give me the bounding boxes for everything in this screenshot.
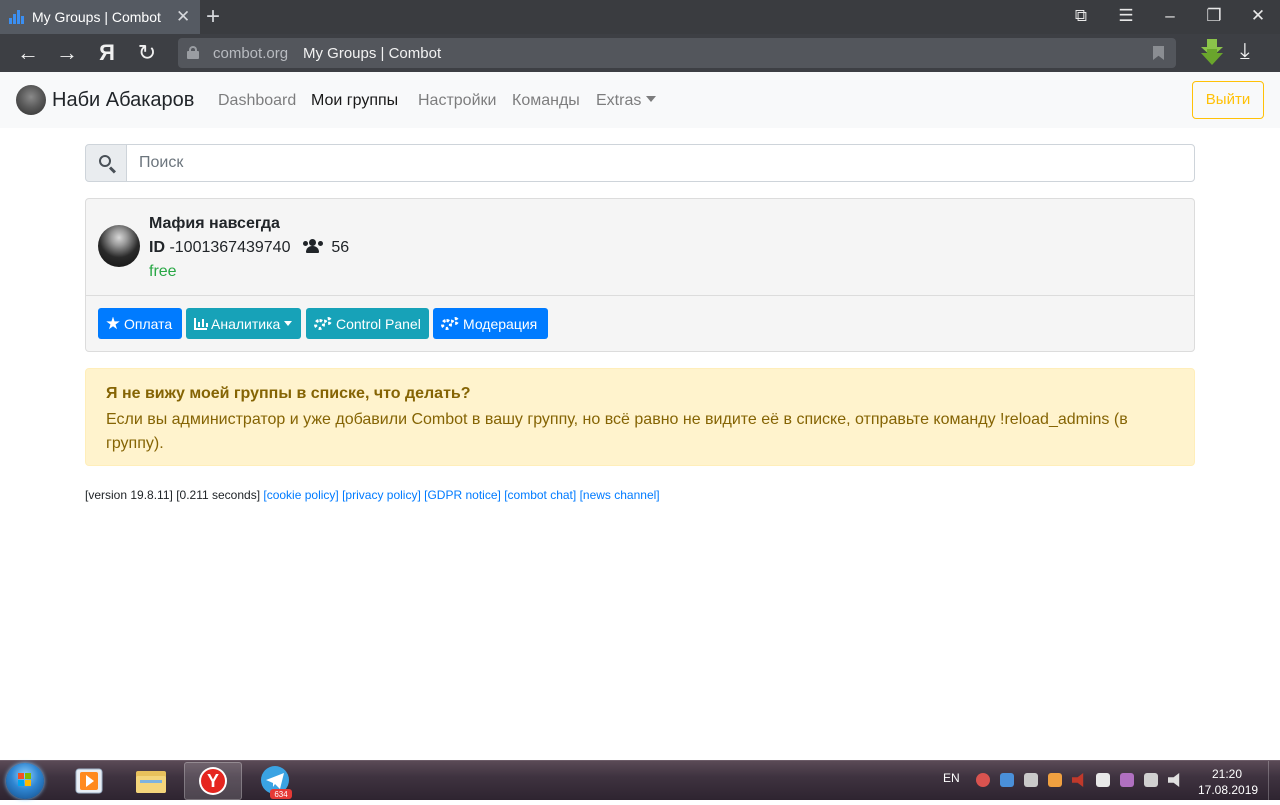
app-tray-icon[interactable] <box>1048 773 1062 787</box>
group-id-label: ID <box>149 239 165 256</box>
footer-timing: [0.211 seconds] <box>176 488 261 502</box>
star-icon <box>106 316 120 330</box>
help-alert: Я не вижу моей группы в списке, что дела… <box>85 368 1195 466</box>
url-page-title: My Groups | Combot <box>303 45 442 62</box>
alert-text: Если вы администратор и уже добавили Com… <box>106 411 1128 452</box>
forward-button[interactable]: → <box>54 40 80 66</box>
gears-icon <box>441 316 459 331</box>
url-domain: combot.org <box>213 45 289 62</box>
windows-taskbar: Y 634 EN 21:20 17.08.2019 <box>0 760 1280 801</box>
group-avatar <box>98 225 140 267</box>
tabs-icon[interactable]: ⧉ <box>1069 6 1093 26</box>
user-avatar[interactable] <box>16 85 46 115</box>
media-player-taskbar-button[interactable] <box>60 762 118 800</box>
analytics-label: Аналитика <box>211 315 281 332</box>
back-button[interactable]: ← <box>15 40 41 66</box>
clock-date: 17.08.2019 <box>1198 783 1259 797</box>
start-button[interactable] <box>6 763 44 799</box>
system-clock[interactable]: 21:20 17.08.2019 <box>1198 766 1259 798</box>
search-group <box>85 144 1195 182</box>
footer: [version 19.8.11] [0.211 seconds] [cooki… <box>85 488 660 502</box>
telegram-badge: 634 <box>274 790 288 799</box>
close-window-button[interactable]: ✕ <box>1246 6 1270 26</box>
combot-chat-link[interactable]: [combot chat] <box>504 488 576 502</box>
alert-heading: Я не вижу моей группы в списке, что дела… <box>106 385 471 402</box>
user-name[interactable]: Наби Абакаров <box>52 89 194 112</box>
group-id-line: ID -1001367439740 56 <box>149 239 349 257</box>
antivirus-tray-icon[interactable] <box>976 773 990 787</box>
search-input[interactable] <box>126 144 1195 182</box>
group-card: Мафия навсегда ID -1001367439740 56 free… <box>85 198 1195 352</box>
users-icon <box>302 239 323 253</box>
member-count: 56 <box>331 239 350 256</box>
yandex-button[interactable]: Я <box>94 40 120 66</box>
payment-label: Оплата <box>124 315 173 332</box>
volume-icon[interactable] <box>1168 773 1180 787</box>
close-tab-icon[interactable]: ✕ <box>176 7 190 27</box>
new-tab-button[interactable]: + <box>206 3 220 31</box>
footer-version: [version 19.8.11] <box>85 488 173 502</box>
nav-commands[interactable]: Команды <box>512 92 580 110</box>
combot-favicon-icon <box>9 10 24 24</box>
cloud-tray-icon[interactable] <box>1000 773 1014 787</box>
downloads-icon[interactable]: ⤓ <box>1240 38 1250 64</box>
reload-button[interactable]: ↻ <box>134 40 160 66</box>
menu-icon[interactable]: ☰ <box>1114 6 1138 26</box>
minimize-button[interactable]: – <box>1158 6 1182 26</box>
cookie-policy-link[interactable]: [cookie policy] <box>263 488 338 502</box>
tool-tray-icon[interactable] <box>1120 773 1134 787</box>
control-panel-button[interactable]: Control Panel <box>306 308 429 339</box>
card-divider <box>86 295 1194 296</box>
speaker-warning-icon[interactable] <box>1072 773 1084 787</box>
control-panel-label: Control Panel <box>336 315 421 332</box>
bookmark-icon[interactable] <box>1153 46 1164 60</box>
telegram-icon: 634 <box>261 766 292 799</box>
download-manager-icon[interactable] <box>1200 39 1224 65</box>
url-field[interactable]: combot.org My Groups | Combot <box>178 38 1176 68</box>
explorer-taskbar-button[interactable] <box>122 762 180 800</box>
payment-button[interactable]: Оплата <box>98 308 182 339</box>
action-center-icon[interactable] <box>1096 773 1110 787</box>
media-player-icon <box>75 768 103 794</box>
yandex-glyph: Y <box>207 771 219 791</box>
folder-icon <box>136 771 166 793</box>
logout-button[interactable]: Выйти <box>1192 81 1264 119</box>
gears-icon <box>314 316 332 331</box>
chevron-down-icon <box>284 321 293 326</box>
browser-tab[interactable]: My Groups | Combot ✕ <box>0 0 200 34</box>
yandex-browser-taskbar-button[interactable]: Y <box>184 762 242 800</box>
usb-tray-icon[interactable] <box>1024 773 1038 787</box>
privacy-policy-link[interactable]: [privacy policy] <box>342 488 421 502</box>
nav-extras-label: Extras <box>596 92 642 109</box>
search-icon <box>85 144 127 182</box>
maximize-button[interactable]: ❐ <box>1202 6 1226 26</box>
clock-time: 21:20 <box>1211 767 1243 781</box>
site-navbar: Наби Абакаров Dashboard Мои группы Настр… <box>0 72 1280 128</box>
plan-status: free <box>149 263 177 280</box>
nav-dashboard[interactable]: Dashboard <box>218 92 296 110</box>
moderation-button[interactable]: Модерация <box>433 308 548 339</box>
nav-extras-dropdown[interactable]: Extras <box>596 92 657 110</box>
tab-title: My Groups | Combot <box>32 9 161 25</box>
group-name[interactable]: Мафия навсегда <box>149 215 280 233</box>
browser-tab-bar: My Groups | Combot ✕ + ⧉ ☰ – ❐ ✕ <box>0 0 1280 34</box>
yandex-browser-icon: Y <box>199 767 227 795</box>
network-icon[interactable] <box>1144 773 1158 787</box>
gdpr-notice-link[interactable]: [GDPR notice] <box>424 488 501 502</box>
group-id-value: -1001367439740 <box>169 239 291 256</box>
language-indicator[interactable]: EN <box>943 771 960 785</box>
chevron-down-icon <box>646 96 657 102</box>
windows-logo-icon <box>18 773 32 787</box>
telegram-taskbar-button[interactable]: 634 <box>246 762 304 800</box>
news-channel-link[interactable]: [news channel] <box>580 488 660 502</box>
nav-my-groups[interactable]: Мои группы <box>311 92 398 110</box>
show-desktop-button[interactable] <box>1268 761 1280 801</box>
analytics-dropdown-button[interactable]: Аналитика <box>186 308 301 339</box>
address-bar-row: ← → Я ↻ combot.org My Groups | Combot <box>0 34 1280 72</box>
nav-settings[interactable]: Настройки <box>418 92 496 110</box>
bar-chart-icon <box>194 317 208 330</box>
moderation-label: Модерация <box>463 315 538 332</box>
lock-icon <box>187 46 199 59</box>
